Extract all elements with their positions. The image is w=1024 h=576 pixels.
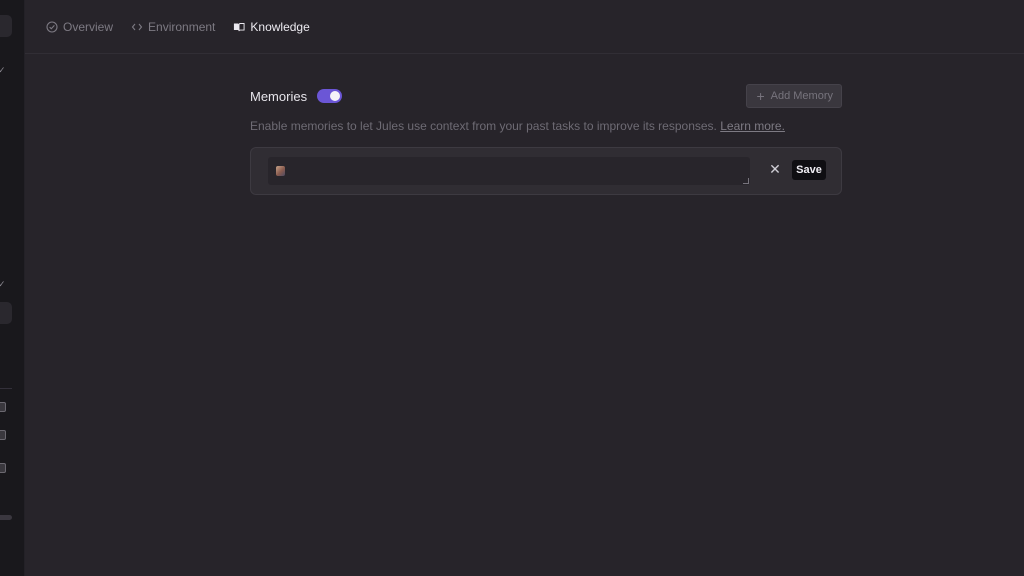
sidebar-scroll-indicator[interactable] <box>0 515 12 520</box>
add-memory-label: Add Memory <box>770 90 833 102</box>
sidebar-repo-icon[interactable] <box>0 430 6 440</box>
sidebar-divider <box>0 388 12 389</box>
sidebar-chevron-icon[interactable]: ✓ <box>0 66 6 75</box>
check-circle-icon <box>46 20 58 33</box>
memories-toggle[interactable] <box>317 89 343 103</box>
toggle-knob <box>330 91 341 101</box>
tab-knowledge[interactable]: Knowledge <box>233 19 310 34</box>
tab-environment[interactable]: Environment <box>131 20 215 34</box>
memories-title-group: Memories <box>250 88 343 104</box>
plus-icon: + <box>756 88 765 104</box>
tab-label: Environment <box>148 19 216 34</box>
sidebar-search-button[interactable] <box>0 15 12 37</box>
sidebar-repo-icon[interactable] <box>0 402 6 412</box>
sidebar-repo-icon[interactable] <box>0 463 6 473</box>
sidebar-active-item[interactable] <box>0 302 12 324</box>
code-icon <box>131 21 143 33</box>
close-icon[interactable]: ✕ <box>769 162 781 176</box>
memories-description: Enable memories to let Jules use context… <box>250 119 842 133</box>
learn-more-link[interactable]: Learn more. <box>720 119 785 133</box>
book-icon <box>233 21 245 33</box>
resize-handle-icon[interactable] <box>743 178 749 184</box>
user-avatar-icon <box>276 166 285 176</box>
tab-overview[interactable]: Overview <box>46 20 113 34</box>
add-memory-button[interactable]: + Add Memory <box>746 84 842 108</box>
memories-title: Memories <box>250 88 308 104</box>
memories-section: Memories + Add Memory Enable memories to… <box>250 84 842 195</box>
tab-label: Knowledge <box>250 19 310 34</box>
tab-bar: Overview Environment Knowledge <box>25 0 1024 54</box>
sidebar-chevron-icon[interactable]: ✓ <box>0 280 6 289</box>
memories-header: Memories + Add Memory <box>250 84 842 108</box>
memory-editor: ✕ Save <box>250 147 842 195</box>
memory-input[interactable] <box>268 157 750 185</box>
save-button[interactable]: Save <box>792 160 826 180</box>
description-text: Enable memories to let Jules use context… <box>250 119 717 133</box>
sidebar: ✓ ✓ <box>0 0 25 576</box>
app-root: ✓ ✓ Overview Environment Knowledge Memor… <box>0 0 1024 576</box>
tab-label: Overview <box>63 19 114 34</box>
